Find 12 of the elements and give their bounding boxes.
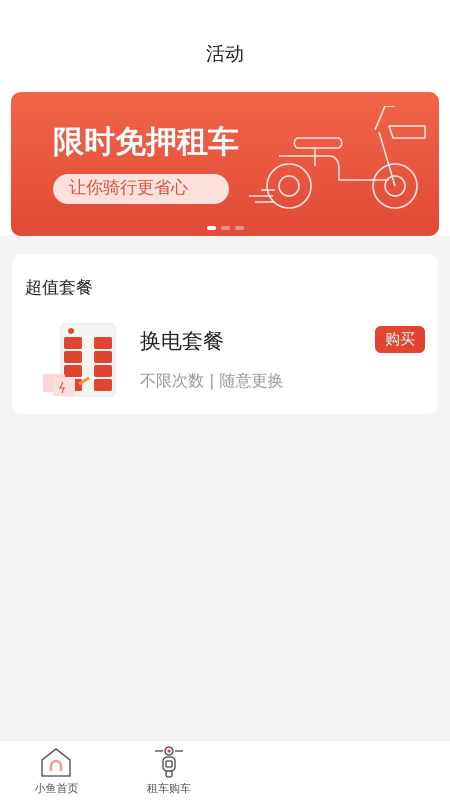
tab-item[interactable]: 小鱼首页 bbox=[0, 741, 112, 800]
page-title: 活动 bbox=[206, 42, 244, 67]
package-name: 换电套餐 bbox=[140, 328, 225, 354]
house-icon bbox=[40, 748, 72, 778]
package-description: 不限次数 | 随意更换 bbox=[140, 370, 285, 392]
banner-tagline: 让你骑行更省心 bbox=[53, 174, 229, 204]
buy-button[interactable]: 购买 bbox=[375, 326, 425, 352]
tab-item[interactable]: 租车购车 bbox=[112, 741, 225, 800]
section-title: 超值套餐 bbox=[25, 277, 94, 300]
banner-headline: 限时免押租车 bbox=[53, 123, 239, 162]
battery-cabinet-icon bbox=[41, 322, 117, 398]
scooter-icon bbox=[152, 746, 185, 778]
